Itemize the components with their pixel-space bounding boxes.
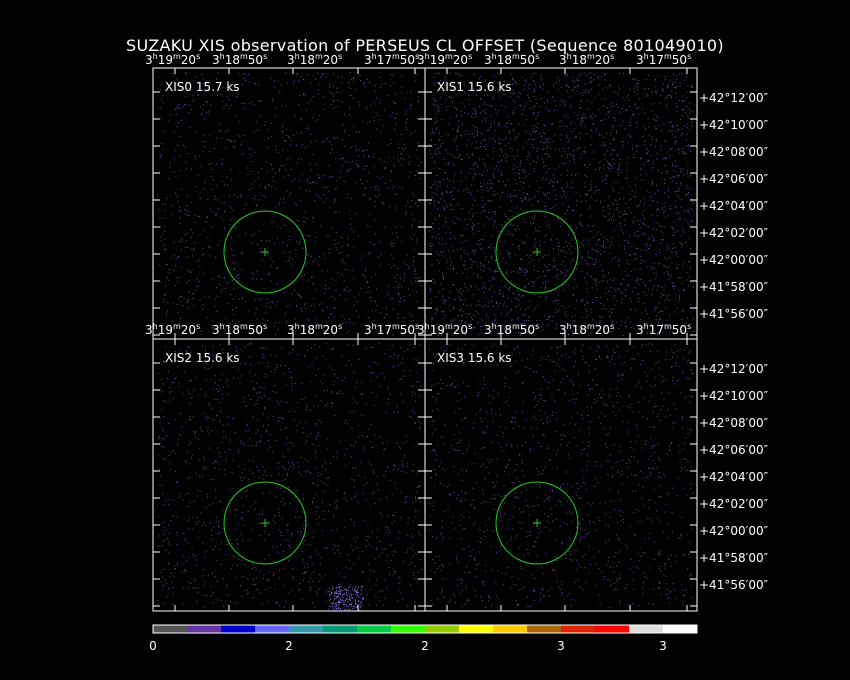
dec-tick-label: +42°00′00″ <box>699 253 769 267</box>
dec-tick-label: +42°00′00″ <box>699 524 769 538</box>
ra-tick-label: 3h18m20s <box>287 322 342 337</box>
ra-tick-label: 3h18m50s <box>212 322 267 337</box>
source-center-cross <box>261 248 269 256</box>
event-points <box>157 72 694 611</box>
panel-frame <box>424 338 698 612</box>
ra-tick-label: 3h19m20s <box>145 52 200 67</box>
panel-3-events <box>429 343 694 608</box>
dec-tick-label: +42°02′00″ <box>699 497 769 511</box>
colorbar: 0 2 2 3 3 <box>149 624 698 653</box>
ra-tick-label: 3h17m50s <box>364 52 419 67</box>
colorbar-swatch <box>493 625 528 633</box>
panel-label: XIS2 15.6 ks <box>165 351 240 365</box>
dec-tick-label: +41°58′00″ <box>699 280 769 294</box>
calibration-source-events <box>328 586 364 611</box>
dec-axis-labels: +42°12′00″ +42°10′00″ +42°08′00″ +42°06′00″… <box>699 91 769 592</box>
source-center-cross <box>533 248 541 256</box>
panel-frames <box>152 67 698 612</box>
colorbar-swatch <box>459 625 494 633</box>
dec-tick-label: +42°10′00″ <box>699 118 769 132</box>
event-scatter <box>429 72 694 336</box>
ra-tick-label: 3h18m50s <box>212 52 267 67</box>
colorbar-swatch <box>629 625 664 633</box>
dec-tick-label: +42°04′00″ <box>699 470 769 484</box>
ra-tick-label: 3h18m20s <box>287 52 342 67</box>
dec-tick-label: +41°58′00″ <box>699 551 769 565</box>
panel-0-events <box>157 72 422 336</box>
event-scatter <box>157 72 422 336</box>
colorbar-swatch <box>153 625 188 633</box>
ra-axis-labels: 3h19m20s 3h18m50s 3h18m20s 3h17m50s3h19m20s… <box>145 52 691 337</box>
dec-tick-label: +42°08′00″ <box>699 145 769 159</box>
colorbar-label: 3 <box>659 639 667 653</box>
source-center-cross <box>261 519 269 527</box>
panel-1-events <box>429 72 694 336</box>
ra-tick-label: 3h18m20s <box>559 52 614 67</box>
colorbar-swatch <box>221 625 256 633</box>
colorbar-swatch <box>357 625 392 633</box>
ra-tick-label: 3h17m50s <box>636 322 691 337</box>
event-scatter <box>157 343 422 608</box>
dec-tick-label: +42°04′00″ <box>699 199 769 213</box>
event-scatter <box>429 343 694 608</box>
panel-frame <box>152 67 426 340</box>
dec-tick-label: +42°12′00″ <box>699 362 769 376</box>
dec-tick-label: +42°02′00″ <box>699 226 769 240</box>
source-center-cross <box>533 519 541 527</box>
colorbar-swatch <box>187 625 222 633</box>
colorbar-swatch <box>323 625 358 633</box>
panel-frame <box>152 338 426 612</box>
ra-tick-label: 3h17m50s <box>364 322 419 337</box>
colorbar-swatch <box>255 625 290 633</box>
panel-label: XIS1 15.6 ks <box>437 80 512 94</box>
dec-tick-label: +42°10′00″ <box>699 389 769 403</box>
ra-tick-label: 3h17m50s <box>636 52 691 67</box>
dec-tick-label: +42°08′00″ <box>699 416 769 430</box>
dec-tick-label: +41°56′00″ <box>699 578 769 592</box>
colorbar-label: 0 <box>149 639 157 653</box>
xis-image-grid: 3h19m20s 3h18m50s 3h18m20s 3h17m50s3h19m20s… <box>145 52 769 653</box>
colorbar-swatch <box>561 625 596 633</box>
dec-tick-label: +42°06′00″ <box>699 172 769 186</box>
colorbar-swatch <box>289 625 324 633</box>
ra-tick-label: 3h19m20s <box>417 52 472 67</box>
dec-tick-label: +42°12′00″ <box>699 91 769 105</box>
colorbar-label: 3 <box>557 639 565 653</box>
colorbar-swatch <box>663 625 698 633</box>
panel-label: XIS0 15.7 ks <box>165 80 240 94</box>
colorbar-label: 2 <box>285 639 293 653</box>
colorbar-swatch <box>595 625 630 633</box>
colorbar-swatch <box>425 625 460 633</box>
panel-label: XIS3 15.6 ks <box>437 351 512 365</box>
source-regions <box>223 210 579 565</box>
colorbar-swatch <box>391 625 426 633</box>
dec-tick-label: +41°56′00″ <box>699 307 769 321</box>
ra-tick-label: 3h18m50s <box>484 52 539 67</box>
ra-tick-label: 3h18m20s <box>559 322 614 337</box>
colorbar-label: 2 <box>421 639 429 653</box>
dec-tick-label: +42°06′00″ <box>699 443 769 457</box>
colorbar-swatch <box>527 625 562 633</box>
ra-tick-label: 3h18m50s <box>484 322 539 337</box>
panel-2-events <box>157 343 422 611</box>
